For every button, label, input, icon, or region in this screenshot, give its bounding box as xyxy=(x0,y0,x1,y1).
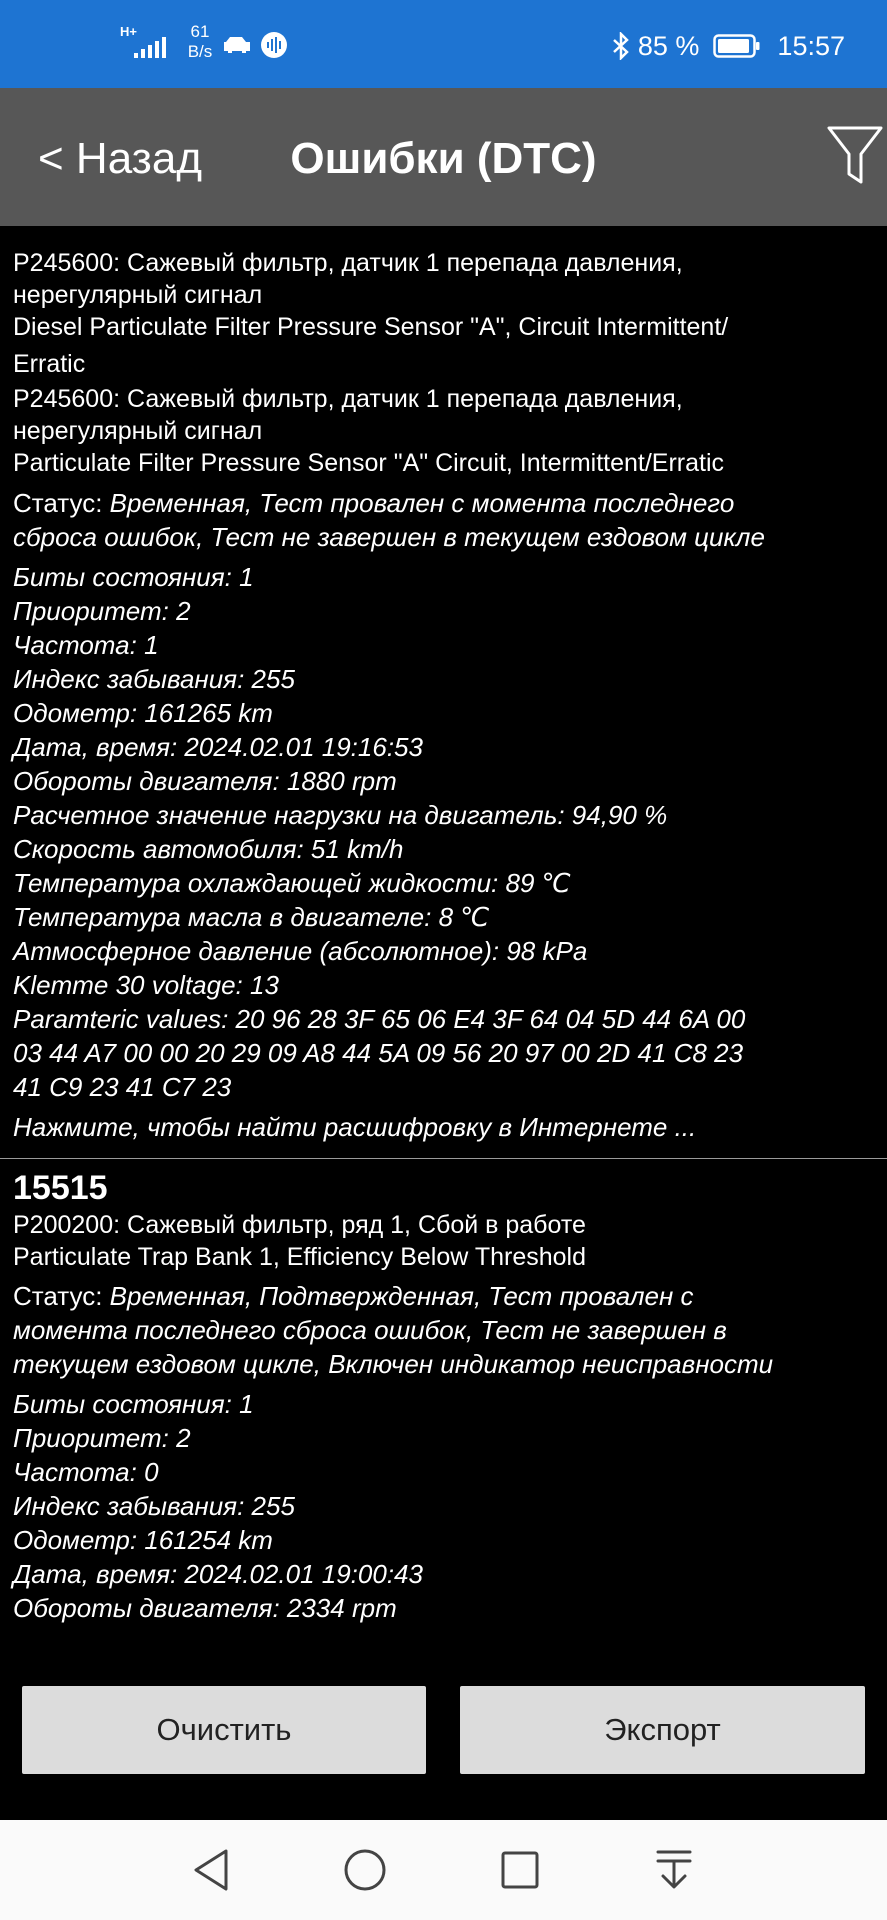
dtc-detail: Обороты двигателя: 1880 rpm xyxy=(13,766,397,796)
dtc-description-line: Diesel Particulate Filter Pressure Senso… xyxy=(13,313,729,341)
export-button[interactable]: Экспорт xyxy=(460,1686,865,1774)
dtc-description-line: Particulate Filter Pressure Sensor "A" C… xyxy=(13,449,725,477)
dtc-description-line: Particulate Trap Bank 1, Efficiency Belo… xyxy=(13,1243,586,1271)
dtc-detail: Частота: 1 xyxy=(13,630,159,660)
bluetooth-icon xyxy=(613,32,629,60)
nav-notifications-icon[interactable] xyxy=(654,1848,694,1892)
dtc-status-label: Статус: xyxy=(13,488,110,518)
dtc-description-line: нерегулярный сигнал xyxy=(13,281,263,309)
obd-adapter-icon xyxy=(224,37,250,53)
dtc-description-line: Erratic xyxy=(13,350,86,378)
clear-button[interactable]: Очистить xyxy=(22,1686,426,1774)
dtc-detail: Одометр: 161254 km xyxy=(13,1525,273,1555)
dtc-status-value: текущем ездовом цикле, Включен индикатор… xyxy=(13,1349,774,1379)
dtc-description-line: P245600: Сажевый фильтр, датчик 1 перепа… xyxy=(13,249,683,277)
network-speed-unit: B/s xyxy=(187,42,213,61)
dtc-list[interactable]: P245600: Сажевый фильтр, датчик 1 перепа… xyxy=(0,246,887,1625)
dtc-detail: Klemme 30 voltage: 13 xyxy=(13,970,279,1000)
dtc-status-value: сброса ошибок, Тест не завершен в текуще… xyxy=(13,522,765,552)
dtc-status-value: Временная, Подтвержденная, Тест провален… xyxy=(109,1281,694,1311)
search-online-link[interactable]: Нажмите, чтобы найти расшифровку в Интер… xyxy=(13,1110,875,1144)
dtc-entry[interactable]: P245600: Сажевый фильтр, датчик 1 перепа… xyxy=(13,246,875,1144)
dtc-status-value: момента последнего сброса ошибок, Тест н… xyxy=(13,1315,727,1345)
toolbar: < Назад Ошибки (DTC) xyxy=(0,88,887,226)
dtc-description-line: P245600: Сажевый фильтр, датчик 1 перепа… xyxy=(13,385,683,413)
status-right: 85 % 15:57 xyxy=(612,30,845,62)
dtc-detail: Paramteric values: 20 96 28 3F 65 06 E4 … xyxy=(13,1004,746,1034)
page-title: Ошибки (DTC) xyxy=(290,134,597,183)
dtc-detail: Приоритет: 2 xyxy=(13,596,191,626)
clock: 15:57 xyxy=(777,30,845,61)
dtc-detail: Атмосферное давление (абсолютное): 98 kP… xyxy=(13,936,588,966)
dtc-detail: Расчетное значение нагрузки на двигатель… xyxy=(13,800,668,830)
dtc-detail: Индекс забывания: 255 xyxy=(13,664,295,694)
dtc-detail: Индекс забывания: 255 xyxy=(13,1491,295,1521)
dtc-status: Статус: Временная, Тест провален с момен… xyxy=(13,486,875,520)
nav-recents-icon[interactable] xyxy=(500,1848,540,1892)
dtc-status-value: Временная, Тест провален с момента после… xyxy=(109,488,735,518)
dtc-description-line: нерегулярный сигнал xyxy=(13,417,263,445)
dtc-detail: Температура масла в двигателе: 8 ℃ xyxy=(13,902,490,932)
network-speed: 61 B/s xyxy=(180,22,220,62)
entry-divider xyxy=(0,1158,887,1159)
dtc-detail: Одометр: 161265 km xyxy=(13,698,273,728)
dtc-status-label: Статус: xyxy=(13,1281,110,1311)
action-buttons: Очистить Экспорт xyxy=(0,1686,887,1774)
filter-icon[interactable] xyxy=(826,124,884,186)
status-bar: H+ 61 B/s 85 % 15:57 xyxy=(0,0,887,88)
system-nav-bar xyxy=(0,1820,887,1920)
dtc-detail: Приоритет: 2 xyxy=(13,1423,191,1453)
dtc-detail: 03 44 A7 00 00 20 29 09 A8 44 5A 09 56 2… xyxy=(13,1038,744,1068)
dtc-detail: Дата, время: 2024.02.01 19:16:53 xyxy=(13,732,423,762)
nav-home-icon[interactable] xyxy=(343,1848,387,1892)
battery-icon xyxy=(713,34,760,58)
dtc-detail: 41 C9 23 41 C7 23 xyxy=(13,1072,232,1102)
signal-strength-icon xyxy=(134,36,166,58)
dtc-detail: Скорость автомобиля: 51 km/h xyxy=(13,834,404,864)
dtc-detail: Дата, время: 2024.02.01 19:00:43 xyxy=(13,1559,423,1589)
audio-icon xyxy=(261,32,287,58)
dtc-detail: Температура охлаждающей жидкости: 89 ℃ xyxy=(13,868,571,898)
nav-back-icon[interactable] xyxy=(190,1848,232,1892)
battery-percent: 85 % xyxy=(637,30,700,61)
dtc-description-line: P200200: Сажевый фильтр, ряд 1, Сбой в р… xyxy=(13,1211,586,1239)
dtc-detail: Биты состояния: 1 xyxy=(13,1389,254,1419)
dtc-detail: Частота: 0 xyxy=(13,1457,159,1487)
dtc-entry[interactable]: 15515 P200200: Сажевый фильтр, ряд 1, Сб… xyxy=(13,1167,875,1625)
dtc-status: Статус: Временная, Подтвержденная, Тест … xyxy=(13,1279,875,1313)
network-speed-value: 61 xyxy=(190,22,210,41)
dtc-detail: Биты состояния: 1 xyxy=(13,562,254,592)
dtc-code: 15515 xyxy=(13,1169,108,1207)
dtc-detail: Обороты двигателя: 2334 rpm xyxy=(13,1593,397,1623)
